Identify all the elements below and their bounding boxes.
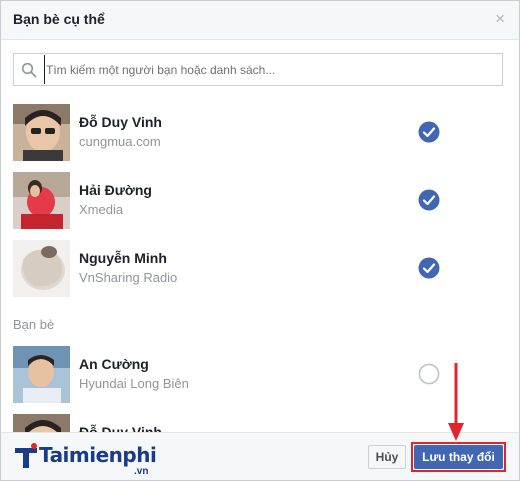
- save-button-highlight: Lưu thay đổi: [411, 442, 506, 472]
- friend-name: Hải Đường: [79, 182, 152, 198]
- cancel-button[interactable]: Hủy: [368, 445, 406, 469]
- close-icon[interactable]: ×: [495, 10, 505, 28]
- avatar: [13, 104, 70, 161]
- save-changes-button[interactable]: Lưu thay đổi: [414, 445, 503, 469]
- red-arrow-annotation: [448, 363, 464, 441]
- friend-name: Đỗ Duy Vinh: [79, 424, 162, 432]
- logo-suffix: .vn: [134, 466, 149, 477]
- avatar: [13, 414, 70, 432]
- friend-subtitle: Xmedia: [79, 202, 124, 217]
- logo-text: Taimienphi: [39, 443, 157, 467]
- checked-icon[interactable]: [418, 121, 440, 143]
- section-label-friends: Bạn bè: [13, 317, 55, 332]
- avatar: [13, 240, 70, 297]
- checked-icon[interactable]: [418, 189, 440, 211]
- search-icon: [21, 62, 37, 78]
- list-item[interactable]: Hải Đường Xmedia: [1, 165, 519, 233]
- avatar: [13, 346, 70, 403]
- friend-subtitle: Hyundai Long Biên: [79, 376, 189, 391]
- avatar: [13, 172, 70, 229]
- friend-subtitle: VnSharing Radio: [79, 270, 178, 285]
- search-input[interactable]: [44, 55, 496, 84]
- dialog-title: Bạn bè cụ thể: [13, 11, 105, 27]
- friend-name: An Cường: [79, 356, 149, 372]
- checked-icon[interactable]: [418, 257, 440, 279]
- list-item[interactable]: Đỗ Duy Vinh cungmua.com: [1, 97, 519, 165]
- dialog-header: Bạn bè cụ thể ×: [1, 1, 519, 40]
- friend-subtitle: cungmua.com: [79, 134, 161, 149]
- list-item[interactable]: Nguyễn Minh VnSharing Radio: [1, 233, 519, 301]
- logo-mark-icon: [15, 443, 37, 468]
- watermark-logo: Taimienphi .vn: [9, 435, 179, 479]
- specific-friends-dialog: Bạn bè cụ thể × Đỗ Duy Vinh: [0, 0, 520, 481]
- search-box[interactable]: [13, 53, 503, 86]
- friend-name: Nguyễn Minh: [79, 250, 167, 266]
- logo-name: Taimienphi: [39, 443, 157, 467]
- friend-name: Đỗ Duy Vinh: [79, 114, 162, 130]
- unchecked-circle-icon[interactable]: [418, 363, 440, 385]
